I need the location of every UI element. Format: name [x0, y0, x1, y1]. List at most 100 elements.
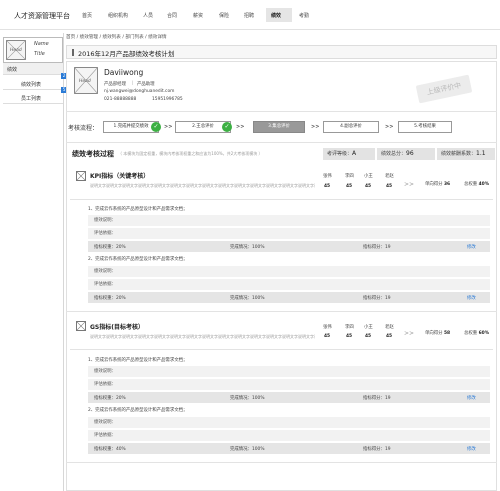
single-score-value: 58 — [443, 331, 451, 336]
expand-arrow-icon[interactable]: >> — [404, 181, 414, 188]
module-checkbox[interactable] — [76, 171, 86, 181]
employee-phone: 021-88888888 — [104, 97, 137, 102]
nav-item-contract[interactable]: 合同 — [167, 12, 177, 19]
flow-arrow-icon: >> — [311, 124, 320, 130]
module-checkbox[interactable] — [76, 321, 86, 331]
rater-score: 45 — [365, 184, 372, 189]
grade-coef-label: 绩效薪酬系数： — [441, 151, 477, 157]
edit-link[interactable]: 修改 — [467, 395, 476, 401]
item-weight: 指标权重：20% — [94, 296, 126, 301]
grade-level-value: A — [352, 150, 357, 157]
employee-name: Daviiwong — [104, 68, 144, 77]
rater-score: 45 — [386, 184, 393, 189]
single-score-value: 36 — [443, 182, 451, 187]
divider — [66, 311, 497, 312]
item-desc-row: 绩效说明： — [88, 366, 490, 377]
employee-role: 产品助理 — [137, 82, 155, 87]
item-title: 1、完成云作系统的产品原型设计和产品需求文档； — [88, 207, 188, 212]
edit-link[interactable]: 修改 — [467, 295, 476, 301]
check-icon: ✓ — [151, 122, 161, 132]
module-placeholder-icon — [76, 171, 86, 181]
item-completion: 完成情况：100% — [230, 245, 265, 250]
sidebar-item-performance-list[interactable]: 绩效列表 — [3, 78, 63, 90]
edit-link[interactable]: 修改 — [467, 244, 476, 250]
item-title: 1、完成云作系统的产品原型设计和产品需求文档； — [88, 358, 188, 363]
sidebar-item-employee-list[interactable]: 员工列表 — [3, 92, 63, 104]
item-desc-row: 绩效说明： — [88, 417, 490, 428]
nav-item-performance[interactable]: 绩效 — [271, 12, 281, 19]
item-title: 2、完成云作系统的产品原型设计和产品需求文档； — [88, 257, 188, 262]
nav-item-org[interactable]: 组织机构 — [108, 12, 128, 19]
rater-score: 45 — [324, 184, 331, 189]
item-metrics-row — [88, 292, 490, 303]
divider — [70, 349, 493, 350]
rater-name: 李四 — [345, 174, 354, 179]
module-desc: 说明文字说明文字说明文字说明文字说明文字说明文字说明文字说明文字说明文字说明文字… — [90, 334, 315, 339]
section-hint: （ 本模块为固定权重，模块内考核项权重之和应该为100%，共2大考核项模块 ） — [118, 151, 263, 156]
rater-name: 小王 — [364, 174, 373, 179]
nav-item-attendance[interactable]: 考勤 — [299, 12, 309, 19]
grade-level-box: 考评等级：A — [323, 148, 375, 160]
rater-score: 45 — [386, 334, 393, 339]
total-weight-value: 40% — [478, 182, 490, 187]
flow-arrow-icon: >> — [164, 124, 173, 130]
item-desc-row: 绩效说明： — [88, 215, 490, 226]
divider — [66, 462, 497, 463]
grade-score-label: 绩效总分： — [381, 151, 407, 157]
total-weight-label: 总权重 — [464, 182, 478, 187]
item-completion: 完成情况：100% — [230, 296, 265, 301]
nav-item-insurance[interactable]: 保险 — [219, 12, 229, 19]
flow-arrow-icon: >> — [385, 124, 394, 130]
nav-item-home[interactable]: 首页 — [82, 12, 92, 19]
rater-score: 45 — [346, 184, 353, 189]
rater-name: 张伟 — [323, 174, 332, 179]
item-metrics-row — [88, 443, 490, 454]
item-score: 指标得分：19 — [363, 296, 391, 301]
grade-level-label: 考评等级： — [327, 151, 353, 157]
rater-score: 45 — [365, 334, 372, 339]
item-score: 指标得分：19 — [363, 245, 391, 250]
flow-step-5[interactable]: 5.考核结果 — [398, 121, 452, 133]
section-title: 绩效考核过程 — [72, 150, 114, 158]
flow-step-3[interactable]: 3.集总评价 — [253, 121, 305, 133]
employee-mobile: 15951996785 — [152, 97, 183, 102]
module-title: GS指标(目标考核） — [90, 324, 144, 331]
rater-name: 老赵 — [385, 325, 394, 330]
grade-coef-box: 绩效薪酬系数：1.1 — [437, 148, 495, 160]
flow-step-2-label: 2.王总评价 — [192, 124, 214, 129]
item-basis-row: 评估依据： — [88, 430, 490, 441]
flow-step-3-label: 3.集总评价 — [268, 124, 290, 129]
divider — [66, 111, 497, 112]
rater-name: 张伟 — [323, 325, 332, 330]
module-desc: 说明文字说明文字说明文字说明文字说明文字说明文字说明文字说明文字说明文字说明文字… — [90, 183, 315, 188]
grade-coef-value: 1.1 — [476, 150, 486, 157]
item-desc-row: 绩效说明： — [88, 266, 490, 277]
flow-step-4[interactable]: 4.副总评价 — [323, 121, 379, 133]
rater-name: 小王 — [364, 325, 373, 330]
expand-arrow-icon[interactable]: >> — [404, 330, 414, 337]
avatar-label: Head — [10, 48, 22, 53]
employee-avatar: Head — [74, 67, 98, 94]
module-placeholder-icon — [76, 321, 86, 331]
nav-item-salary[interactable]: 薪资 — [193, 12, 203, 19]
nav-item-recruit[interactable]: 招聘 — [244, 12, 254, 19]
profile-name: Name — [34, 41, 49, 47]
item-metrics-row — [88, 392, 490, 403]
flow-arrow-icon: >> — [236, 124, 245, 130]
divider — [70, 199, 493, 200]
check-icon: ✓ — [222, 122, 232, 132]
item-title: 2、完成云作系统的产品原型设计和产品需求文档； — [88, 408, 188, 413]
title-marker — [72, 49, 74, 56]
profile-title: Title — [34, 51, 45, 57]
edit-link[interactable]: 修改 — [467, 446, 476, 452]
flow-label: 考核流程： — [68, 125, 99, 132]
item-weight: 指标权重：40% — [94, 447, 126, 452]
single-score-label: 单向得分 — [425, 331, 443, 336]
nav-item-people[interactable]: 人员 — [143, 12, 153, 19]
app-title: 人才资源管理平台 — [14, 12, 70, 20]
rater-name: 李四 — [345, 325, 354, 330]
employee-email: nj.wangwei@donghuanedit.com — [104, 89, 175, 94]
sidebar-section-performance[interactable]: 绩效 — [3, 63, 63, 75]
employee-dept: 产品部经理 — [104, 82, 126, 87]
page-title: 2016年12月产品部绩效考核计划 — [78, 50, 175, 58]
